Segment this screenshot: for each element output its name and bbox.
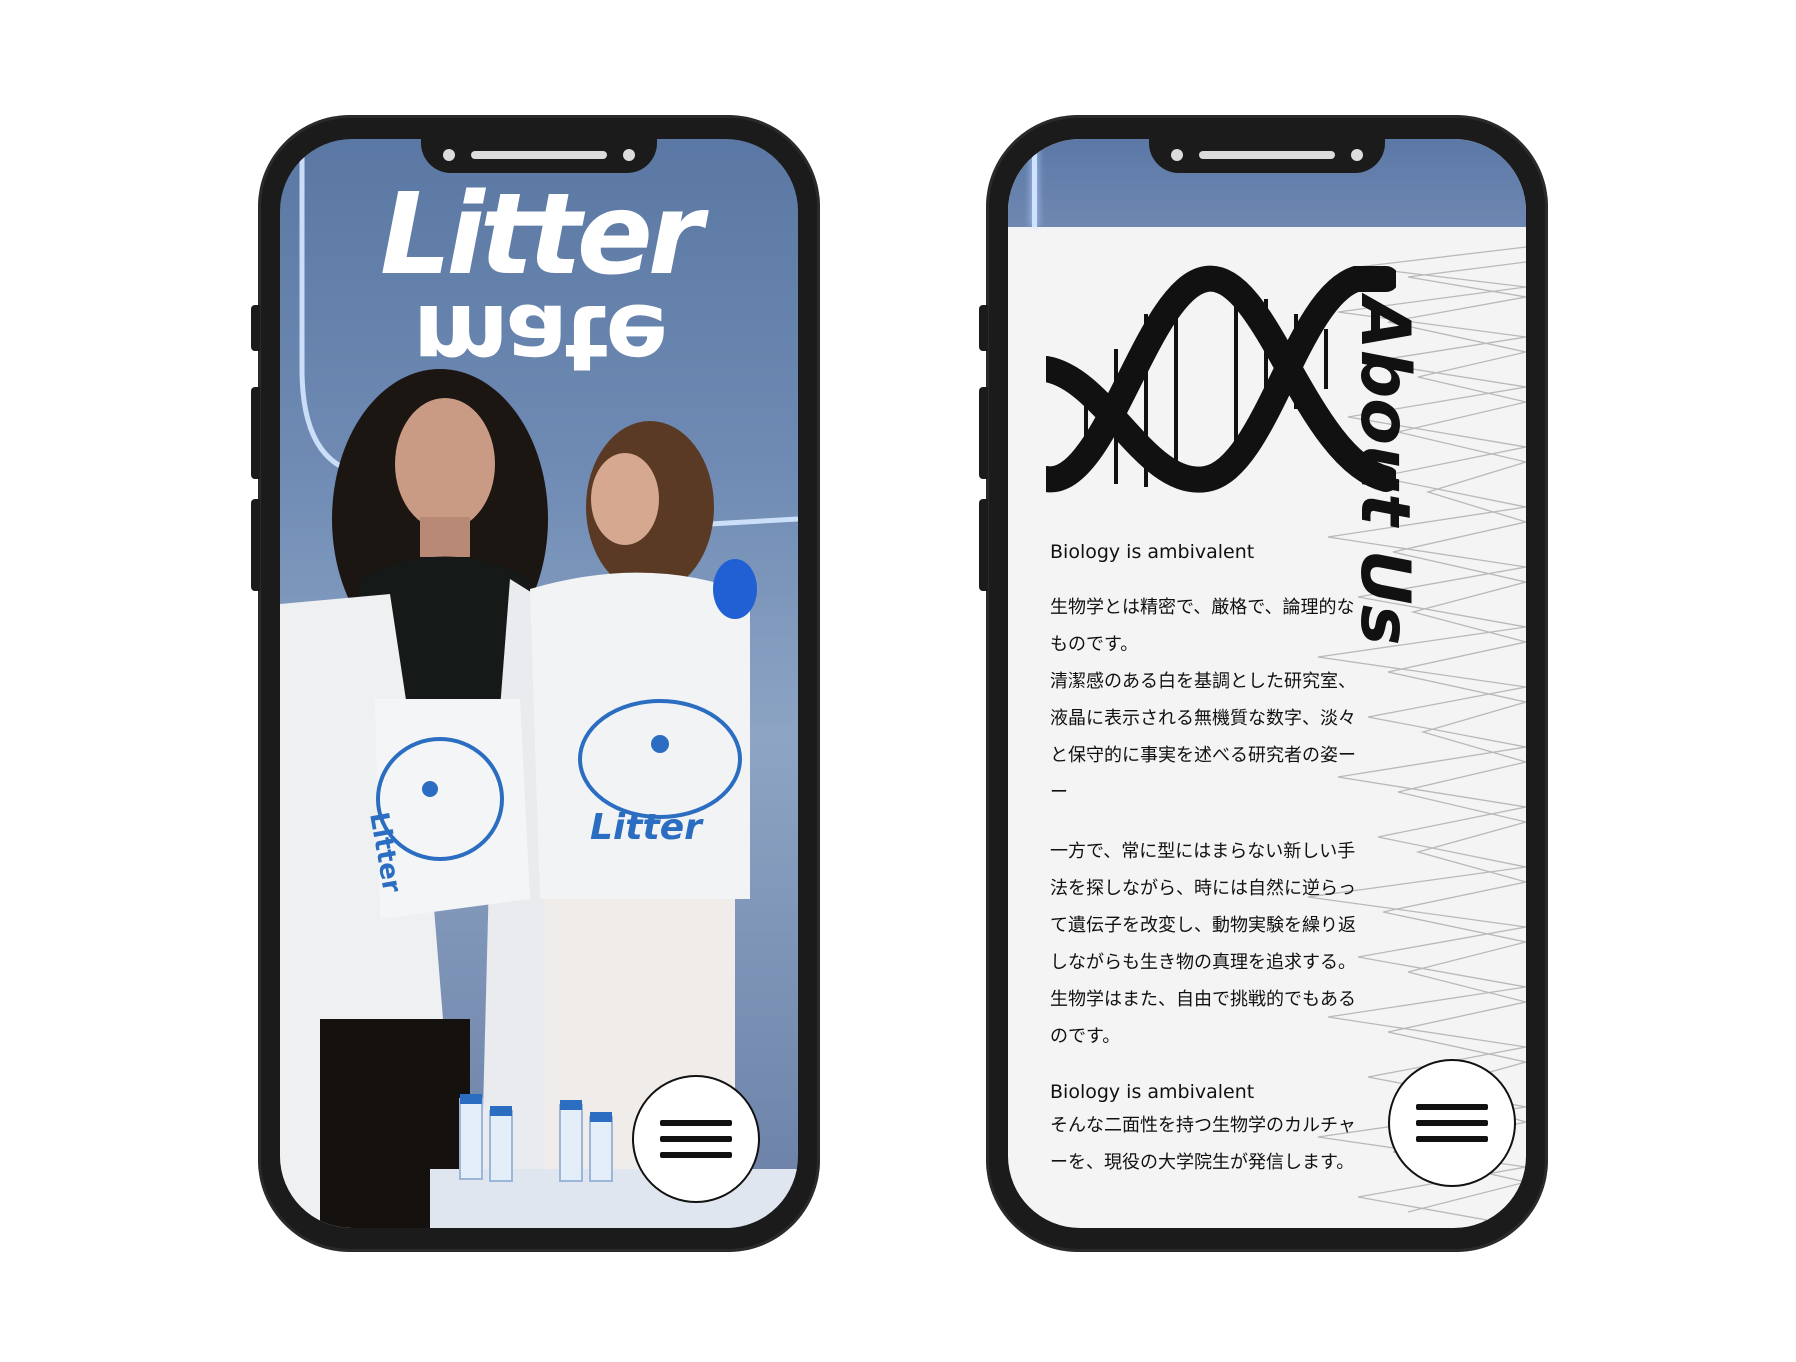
paragraph-line: しながらも生き物の真理を追求する。 bbox=[1050, 952, 1356, 973]
hamburger-menu-icon bbox=[1416, 1104, 1488, 1110]
paragraph-line: と保守的に事実を述べる研究者の姿ー bbox=[1050, 745, 1356, 766]
phone-mockup-right: About Us Biology is ambivalent 生物学とは精密で、… bbox=[979, 115, 1548, 1252]
about-screen: About Us Biology is ambivalent 生物学とは精密で、… bbox=[1008, 139, 1526, 1228]
phone-mockup-left: Litter Litter Litter mate bbox=[251, 115, 820, 1252]
paragraph-line: そんな二面性を持つ生物学のカルチャ bbox=[1050, 1115, 1356, 1136]
hamburger-menu-icon bbox=[660, 1120, 732, 1126]
paragraph-line: ーを、現役の大学院生が発信します。 bbox=[1050, 1152, 1355, 1173]
notch bbox=[421, 139, 657, 173]
neon-tube bbox=[1032, 139, 1037, 227]
menu-button[interactable] bbox=[632, 1075, 760, 1203]
menu-button[interactable] bbox=[1388, 1059, 1516, 1187]
paragraph-line: て遺伝子を改変し、動物実験を繰り返 bbox=[1050, 915, 1356, 936]
camera-icon bbox=[1171, 149, 1183, 161]
svg-text:Litter: Litter bbox=[590, 807, 704, 848]
sensor-icon bbox=[623, 149, 635, 161]
notch bbox=[1149, 139, 1385, 173]
tagline: Biology is ambivalent bbox=[1050, 541, 1255, 563]
paragraph-line: ものです。 bbox=[1050, 634, 1139, 655]
about-body: Biology is ambivalent 生物学とは精密で、厳格で、論理的な … bbox=[1050, 537, 1410, 1181]
tagline: Biology is ambivalent bbox=[1050, 1081, 1255, 1103]
speaker-grille bbox=[1199, 151, 1335, 159]
sensor-icon bbox=[1351, 149, 1363, 161]
side-button-mute bbox=[251, 305, 260, 351]
side-button-volume-down bbox=[979, 499, 988, 591]
paragraph-line: 法を探しながら、時には自然に逆らっ bbox=[1050, 878, 1356, 899]
side-button-volume-up bbox=[979, 387, 988, 479]
paragraph-line: ー bbox=[1050, 782, 1068, 803]
side-button-volume-down bbox=[251, 499, 260, 591]
hamburger-menu-icon-bar bbox=[660, 1152, 732, 1158]
logo-litter: Litter bbox=[379, 170, 703, 300]
paragraph-line: のです。 bbox=[1050, 1026, 1121, 1047]
brand-logo: Litter mate bbox=[280, 170, 798, 391]
logo-mate: mate bbox=[412, 284, 666, 391]
paragraph-line: 液晶に表示される無機質な数字、淡々 bbox=[1050, 708, 1356, 729]
hamburger-menu-icon-bar bbox=[660, 1136, 732, 1142]
speaker-grille bbox=[471, 151, 607, 159]
dna-helix-icon bbox=[1046, 265, 1396, 493]
paragraph-line: 一方で、常に型にはまらない新しい手 bbox=[1050, 841, 1356, 862]
home-screen: Litter Litter Litter mate bbox=[280, 139, 798, 1228]
hamburger-menu-icon-bar bbox=[1416, 1136, 1488, 1142]
hamburger-menu-icon-bar bbox=[1416, 1120, 1488, 1126]
paragraph-line: 清潔感のある白を基調とした研究室、 bbox=[1050, 671, 1356, 692]
side-button-mute bbox=[979, 305, 988, 351]
side-button-volume-up bbox=[251, 387, 260, 479]
camera-icon bbox=[443, 149, 455, 161]
paragraph-line: 生物学はまた、自由で挑戦的でもある bbox=[1050, 989, 1356, 1010]
paragraph-line: 生物学とは精密で、厳格で、論理的な bbox=[1050, 597, 1355, 618]
